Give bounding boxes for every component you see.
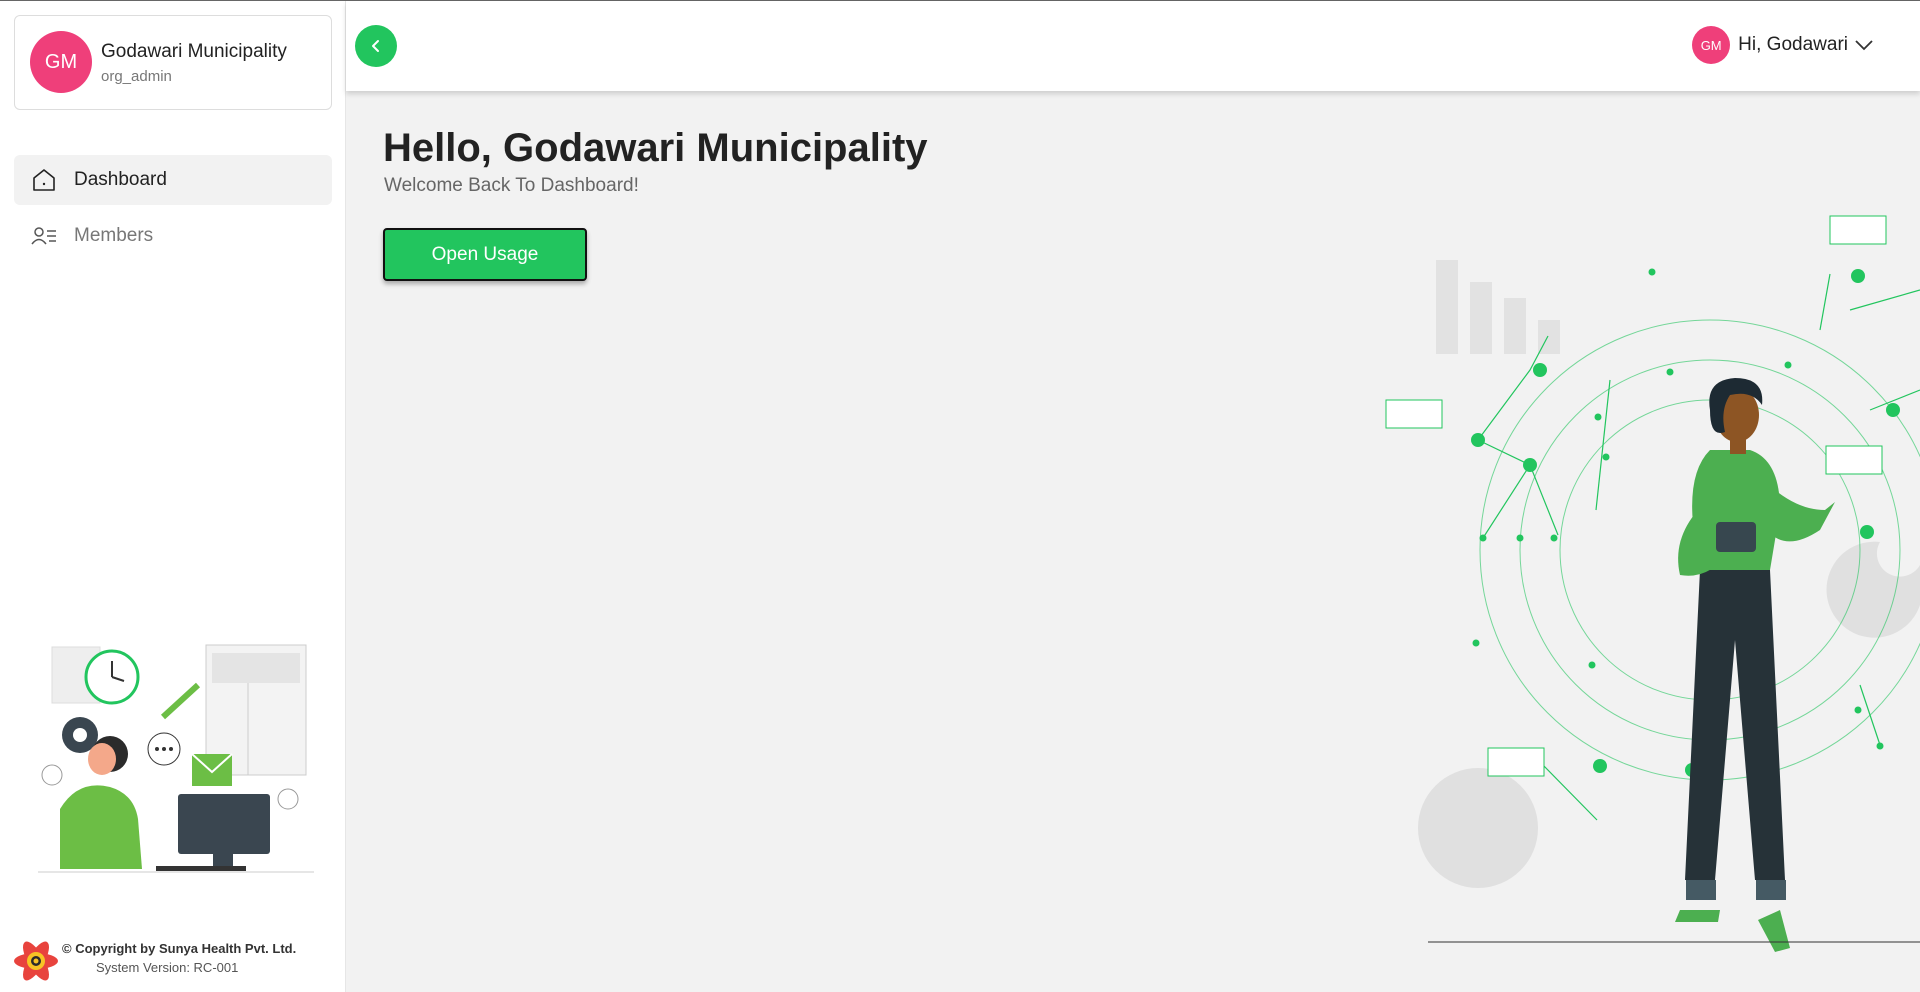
sidebar-footer: © Copyright by Sunya Health Pvt. Ltd. Sy…: [0, 929, 346, 992]
chevron-down-icon: [1855, 40, 1873, 51]
system-version: System Version: RC-001: [96, 960, 239, 975]
open-usage-button[interactable]: Open Usage: [383, 228, 587, 281]
page-title: Hello, Godawari Municipality: [383, 126, 928, 170]
sidebar-toggle-button[interactable]: [355, 25, 397, 67]
copyright-text: © Copyright by Sunya Health Pvt. Ltd.: [62, 941, 297, 956]
chevron-left-icon: [372, 40, 379, 52]
user-menu[interactable]: GM Hi, Godawari: [1692, 26, 1874, 64]
org-role: org_admin: [101, 68, 172, 85]
sunya-logo-icon: [14, 941, 58, 981]
dashboard-hero-illustration: [1385, 215, 1920, 952]
org-profile-card: GM Godawari Municipality org_admin: [14, 15, 332, 110]
top-header: GM Hi, Godawari: [346, 1, 1920, 91]
sidebar: GM Godawari Municipality org_admin Dashb…: [0, 1, 346, 992]
user-avatar: GM: [1692, 26, 1731, 64]
home-icon: [33, 169, 55, 191]
sidebar-nav: Dashboard Members: [14, 155, 332, 267]
org-avatar: GM: [30, 31, 92, 93]
support-agent-illustration: [38, 644, 314, 873]
members-icon: [31, 227, 56, 245]
org-name: Godawari Municipality: [101, 41, 287, 62]
sidebar-item-label: Members: [74, 225, 154, 246]
user-greeting: Hi, Godawari: [1738, 34, 1848, 55]
sidebar-item-dashboard[interactable]: Dashboard: [14, 155, 332, 205]
sidebar-item-members[interactable]: Members: [14, 211, 332, 261]
sidebar-item-label: Dashboard: [74, 169, 167, 190]
page-subtitle: Welcome Back To Dashboard!: [384, 175, 639, 196]
